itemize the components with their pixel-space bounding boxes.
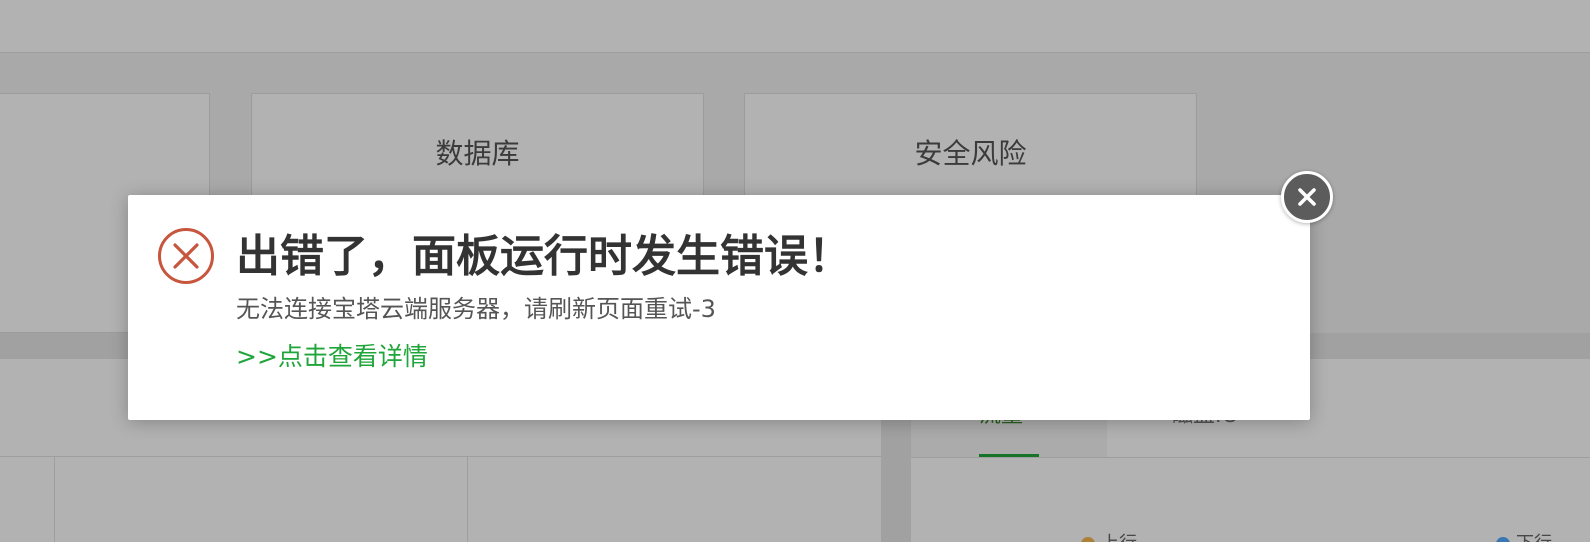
close-icon	[1298, 188, 1316, 206]
error-title: 出错了，面板运行时发生错误！	[236, 231, 852, 282]
error-dialog: 出错了，面板运行时发生错误！ 无法连接宝塔云端服务器，请刷新页面重试-3 >>点…	[128, 195, 1310, 420]
error-message: 无法连接宝塔云端服务器，请刷新页面重试-3	[236, 295, 716, 323]
close-button[interactable]	[1281, 171, 1333, 223]
error-x-circle-icon	[157, 227, 215, 285]
view-details-link[interactable]: >>点击查看详情	[236, 341, 428, 373]
